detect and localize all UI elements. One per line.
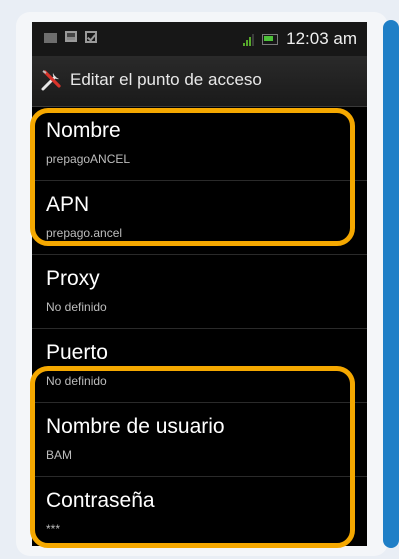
clock: 12:03 am: [286, 29, 357, 48]
setting-value: ***: [46, 522, 61, 536]
setting-proxy[interactable]: Proxy No definido: [32, 255, 367, 329]
setting-value: BAM: [46, 448, 73, 462]
setting-port[interactable]: Puerto No definido: [32, 329, 367, 403]
setting-apn[interactable]: APN prepago.ancel: [32, 181, 367, 255]
settings-list: Nombre prepagoANCEL APN prepago.ancel Pr…: [32, 107, 367, 546]
battery-icon: [262, 33, 279, 45]
setting-label: Nombre: [46, 119, 121, 142]
signal-icon: [243, 33, 255, 46]
wrench-screwdriver-icon: [41, 70, 61, 91]
setting-label: Puerto: [46, 341, 108, 364]
setting-value: prepago.ancel: [46, 226, 123, 240]
setting-username[interactable]: Nombre de usuario BAM: [32, 403, 367, 477]
picture-icon: [65, 31, 77, 42]
title-bar: Editar el punto de acceso: [32, 56, 367, 107]
phone-screen: 12:03 am Editar el punto de acceso Nombr…: [32, 22, 367, 546]
setting-label: Nombre de usuario: [46, 415, 225, 438]
setting-label: Contraseña: [46, 489, 155, 512]
frame-accent-bar: [383, 20, 399, 548]
setting-label: APN: [46, 193, 90, 216]
setting-value: No definido: [46, 374, 107, 388]
checkbox-icon: [85, 31, 97, 43]
page-title: Editar el punto de acceso: [70, 70, 262, 89]
setting-password[interactable]: Contraseña ***: [32, 477, 367, 546]
message-icon: [44, 33, 57, 43]
setting-name[interactable]: Nombre prepagoANCEL: [32, 107, 367, 181]
setting-value: prepagoANCEL: [46, 152, 131, 166]
setting-value: No definido: [46, 300, 107, 314]
setting-label: Proxy: [46, 267, 100, 290]
status-bar: 12:03 am: [32, 22, 367, 56]
